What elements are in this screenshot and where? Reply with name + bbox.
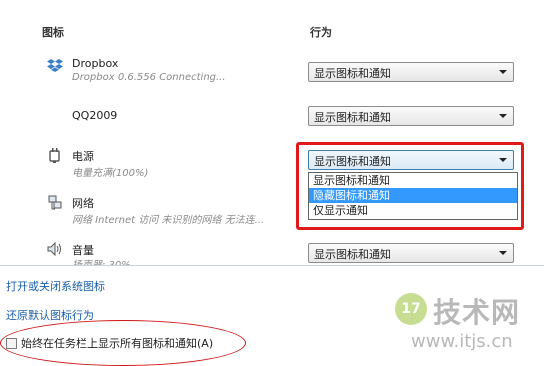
highlight-annotation-box xyxy=(296,142,524,230)
behavior-select-volume[interactable]: 显示图标和通知 xyxy=(308,243,514,263)
row-name-qq: QQ2009 xyxy=(72,109,118,122)
row-name-network: 网络 xyxy=(72,197,94,210)
behavior-select-qq[interactable]: 显示图标和通知 xyxy=(308,106,514,126)
watermark-logo: 17 技术网 www.itjs.cn xyxy=(393,287,543,357)
behavior-value: 显示图标和通知 xyxy=(314,67,391,80)
column-header-behaviors: 行为 xyxy=(310,26,332,39)
behavior-value: 显示图标和通知 xyxy=(314,248,391,261)
checkbox-annotation-ellipse xyxy=(0,320,246,366)
notification-icons-panel: 图标 行为 Dropbox Dropbox 0.6.556 Connecting… xyxy=(0,0,544,266)
toggle-system-icons-link[interactable]: 打开或关闭系统图标 xyxy=(6,278,105,294)
volume-icon xyxy=(46,240,64,258)
dropbox-icon xyxy=(46,56,64,74)
behavior-select-dropbox[interactable]: 显示图标和通知 xyxy=(308,62,514,82)
chevron-down-icon xyxy=(499,114,507,118)
row-desc-power: 电量充满(100%) xyxy=(72,168,149,179)
row-desc-dropbox: Dropbox 0.6.556 Connecting... xyxy=(72,72,226,83)
row-name-power: 电源 xyxy=(72,150,94,163)
watermark-url: www.itjs.cn xyxy=(411,331,513,352)
chevron-down-icon xyxy=(499,251,507,255)
watermark-glyph: 17 xyxy=(395,293,427,325)
chevron-down-icon xyxy=(499,70,507,74)
network-icon xyxy=(46,194,64,212)
row-desc-volume: 扬声器: 30% xyxy=(72,256,131,265)
row-desc-network: 网络 Internet 访问 未识别的网络 无法连... xyxy=(72,215,265,226)
behavior-value: 显示图标和通知 xyxy=(314,111,391,124)
power-icon xyxy=(46,146,64,164)
row-name-dropbox: Dropbox xyxy=(72,57,119,70)
watermark-brand: 技术网 xyxy=(433,296,521,329)
column-header-icons: 图标 xyxy=(42,26,64,39)
